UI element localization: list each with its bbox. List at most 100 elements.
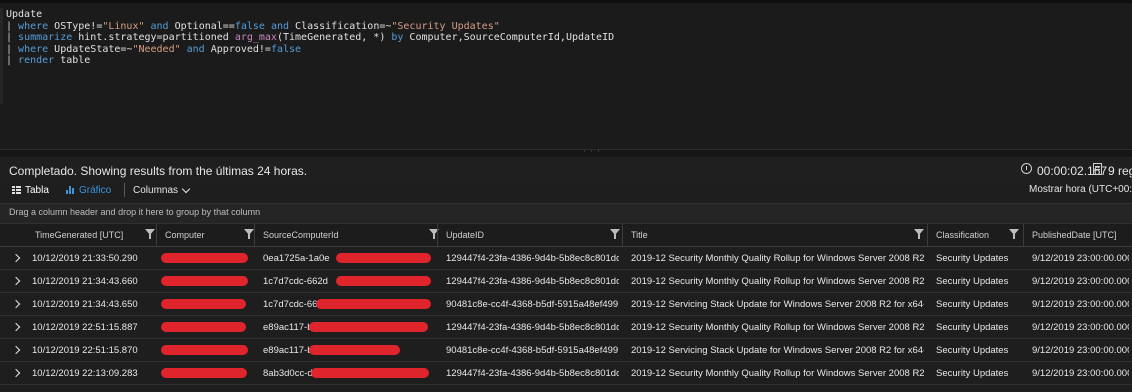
cell-classification: Security Updates [936,299,1009,310]
column-header[interactable]: Title [622,224,927,246]
query-token: false [234,20,265,32]
query-token: false [270,43,302,55]
splitter-handle-icon[interactable]: · · · [583,147,601,156]
tab-table[interactable]: Tabla [12,182,49,198]
cell-update-id: 90481c8e-cc4f-4368-b5df-5915a48ef499 [446,345,619,356]
query-text[interactable]: Update | where OSType!="Linux" and Option… [6,9,614,67]
pane-splitter[interactable] [0,149,1132,157]
redaction-mark [161,253,248,263]
cell-time: 10/12/2019 21:34:43.650 [32,299,138,310]
redaction-mark [336,253,431,263]
query-editor[interactable]: Update | where OSType!="Linux" and Option… [0,3,1132,149]
redaction-mark [161,368,247,378]
column-header[interactable]: UpdateID [437,224,622,246]
query-line: | render table [6,55,614,67]
column-header[interactable]: Computer [156,224,254,246]
cell-classification: Security Updates [936,253,1009,264]
cell-classification: Security Updates [936,345,1009,356]
redaction-mark [336,276,431,286]
chevron-down-icon [181,184,191,193]
query-token: "Needed" [132,43,181,55]
filter-icon[interactable] [1009,229,1019,239]
show-time-toggle[interactable]: Mostrar hora (UTC+00:00) [1029,184,1132,195]
editor-gutter [0,8,3,104]
cell-published: 9/12/2019 23:00:00.000 [1032,322,1129,333]
cell-published: 9/12/2019 23:00:00.000 [1032,299,1129,310]
query-line: | where OSType!="Linux" and Optional==fa… [6,21,614,33]
pipe-operator: | [6,55,19,66]
tab-table-label: Tabla [25,184,49,196]
query-token: Classification=~ [295,20,392,32]
cell-update-id: 129447f4-23fa-4386-9d4b-5b8ec8c801dd [446,253,619,264]
query-token: "Security Updates" [391,20,500,32]
cell-time: 10/12/2019 21:34:43.660 [32,276,138,287]
redaction-mark [161,345,248,355]
columns-label: Columnas [133,184,179,196]
filter-icon[interactable] [914,229,924,239]
column-header[interactable]: TimeGenerated [UTC] [0,224,156,246]
redaction-mark [161,322,246,332]
cell-time: 10/12/2019 21:33:50.290 [32,253,138,264]
query-token: table [60,55,91,66]
cell-published: 9/12/2019 23:00:00.000 [1032,253,1129,264]
redaction-mark [316,299,431,309]
query-token: Optional== [174,20,235,32]
column-header[interactable]: SourceComputerId [254,224,437,246]
query-line: | where UpdateState=~"Needed" and Approv… [6,44,614,56]
query-line: Update [6,9,614,21]
query-token: UpdateState=~ [54,43,133,55]
cell-update-id: 90481c8e-cc4f-4368-b5df-5915a48ef499 [446,299,619,310]
filter-icon[interactable] [610,229,620,239]
columns-dropdown[interactable]: Columnas [133,182,191,198]
query-token: Approved!= [210,43,271,55]
bar-chart-icon [66,186,75,194]
redaction-mark [311,368,429,378]
redaction-mark [309,322,428,332]
stopwatch-icon [1021,163,1032,174]
cell-classification: Security Updates [936,368,1009,379]
redaction-mark [309,345,400,355]
cell-published: 9/12/2019 23:00:00.000 [1032,276,1129,287]
cell-title: 2019-12 Servicing Stack Update for Windo… [631,299,924,310]
filter-icon[interactable] [145,229,155,239]
query-token: and [144,20,175,32]
pipe-operator: | [6,20,19,32]
redaction-mark [161,276,248,286]
query-token: OSType!= [54,20,103,32]
records-icon [1093,163,1102,175]
query-token: "Linux" [102,20,145,32]
query-token: and [264,20,296,32]
query-token: where [18,43,55,55]
record-count: 9 registros [1108,164,1132,178]
cell-classification: Security Updates [936,276,1009,287]
toolbar-divider [124,183,125,197]
cell-source-id: 0ea1725a-1a0e [263,253,330,264]
cell-update-id: 129447f4-23fa-4386-9d4b-5b8ec8c801dd [446,276,619,287]
pipe-operator: | [6,43,19,55]
tab-chart[interactable]: Gráfico [66,182,111,198]
column-header[interactable]: PublishedDate [UTC] [1023,224,1132,246]
redaction-mark [161,299,246,309]
cell-title: 2019-12 Security Monthly Quality Rollup … [631,368,924,379]
cell-time: 10/12/2019 22:13:09.283 [32,368,138,379]
cell-published: 9/12/2019 23:00:00.000 [1032,368,1129,379]
group-by-hint: Drag a column header and drop it here to… [9,207,261,217]
column-header[interactable]: Classification [927,224,1023,246]
query-token: by [391,32,410,43]
cell-title: 2019-12 Security Monthly Quality Rollup … [631,276,924,287]
query-token: render [18,55,61,66]
query-token: arg_max [234,32,277,43]
cell-published: 9/12/2019 23:00:00.000 [1032,345,1129,356]
filter-icon[interactable] [244,229,254,239]
cell-time: 10/12/2019 22:51:15.870 [32,345,138,356]
cell-update-id: 129447f4-23fa-4386-9d4b-5b8ec8c801dd [446,368,619,379]
query-token: hint.strategy=partitioned [78,32,235,43]
query-token: Update [6,9,43,20]
query-token: where [18,20,55,32]
query-token: Computer,SourceComputerId,UpdateID [409,32,615,43]
tab-chart-label: Gráfico [79,184,112,196]
query-token: (TimeGenerated, *) [276,32,392,43]
cell-classification: Security Updates [936,322,1009,333]
query-token: summarize [18,32,79,43]
status-message: Completado. Showing results from the últ… [9,164,308,178]
